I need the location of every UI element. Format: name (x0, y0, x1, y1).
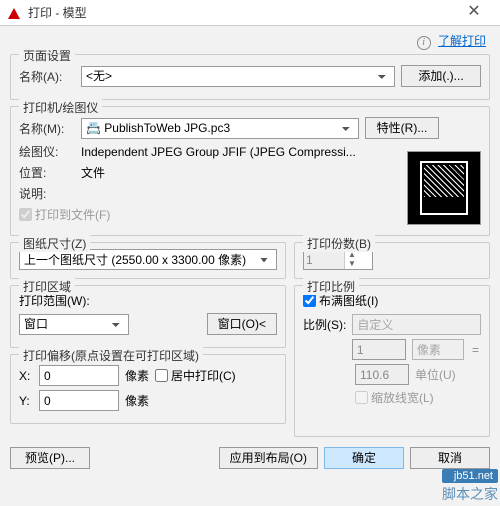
apply-button[interactable]: 应用到布局(O) (219, 447, 318, 469)
plotter-value: Independent JPEG Group JFIF (JPEG Compre… (81, 145, 371, 159)
copies-spinner: ▲▼ (303, 249, 373, 270)
description-label: 说明: (19, 185, 75, 202)
paper-preview-icon (407, 151, 481, 225)
info-icon: i (417, 36, 431, 50)
window-button[interactable]: 窗口(O)< (207, 313, 277, 335)
equals-icon: = (472, 343, 479, 357)
paper-size-select[interactable]: 上一个图纸尺寸 (2550.00 x 3300.00 像素) (19, 249, 277, 270)
lineweight-checkbox: 缩放线宽(L) (355, 389, 434, 406)
x-input[interactable] (39, 365, 119, 386)
copies-legend: 打印份数(B) (303, 235, 375, 252)
cancel-button[interactable]: 取消 (410, 447, 490, 469)
watermark: jb51.net 脚本之家 (442, 469, 498, 504)
copies-input (304, 250, 344, 269)
titlebar: 打印 - 模型 ✕ (0, 0, 500, 26)
printer-group: 打印机/绘图仪 名称(M): 📇 PublishToWeb JPG.pc3 特性… (10, 106, 490, 236)
page-name-select[interactable]: <无> (81, 66, 395, 87)
printer-name-select[interactable]: 📇 PublishToWeb JPG.pc3 (81, 118, 359, 139)
watermark-brand: 脚本之家 (442, 484, 498, 504)
location-value: 文件 (81, 164, 105, 181)
range-select[interactable]: 窗口 (19, 314, 129, 335)
x-unit: 像素 (125, 367, 149, 384)
print-to-file-input (19, 208, 32, 221)
lineweight-input (355, 391, 368, 404)
learn-print-link[interactable]: 了解打印 (438, 34, 486, 48)
page-setup-group: 页面设置 名称(A): <无> 添加(.)... (10, 54, 490, 100)
y-unit: 像素 (125, 392, 149, 409)
button-row: 预览(P)... 应用到布局(O) 确定 取消 (0, 443, 500, 473)
copies-group: 打印份数(B) ▲▼ (294, 242, 490, 279)
center-checkbox[interactable]: 居中打印(C) (155, 367, 236, 384)
scale-value-2 (355, 364, 409, 385)
offset-legend: 打印偏移(原点设置在可打印区域) (19, 347, 203, 364)
location-label: 位置: (19, 164, 75, 181)
ratio-label: 比例(S): (303, 316, 346, 333)
printer-legend: 打印机/绘图仪 (19, 99, 102, 116)
learn-row: i 了解打印 (10, 30, 490, 54)
app-logo-icon (6, 5, 22, 21)
window-title: 打印 - 模型 (28, 4, 454, 21)
printer-name-label: 名称(M): (19, 120, 75, 137)
add-button[interactable]: 添加(.)... (401, 65, 481, 87)
print-area-legend: 打印区域 (19, 278, 75, 295)
paper-size-legend: 图纸尺寸(Z) (19, 235, 90, 252)
center-input[interactable] (155, 369, 168, 382)
scale-legend: 打印比例 (303, 278, 359, 295)
y-label: Y: (19, 394, 33, 408)
page-setup-legend: 页面设置 (19, 47, 75, 64)
spin-down-icon: ▼ (345, 260, 359, 269)
y-input[interactable] (39, 390, 119, 411)
scale-unit-2: 单位(U) (415, 366, 456, 383)
ok-button[interactable]: 确定 (324, 447, 404, 469)
plotter-label: 绘图仪: (19, 143, 75, 160)
ratio-select: 自定义 (352, 314, 481, 335)
scale-unit-1: 像素 (412, 339, 464, 360)
x-label: X: (19, 369, 33, 383)
paper-size-group: 图纸尺寸(Z) 上一个图纸尺寸 (2550.00 x 3300.00 像素) (10, 242, 286, 279)
print-area-group: 打印区域 打印范围(W): 窗口 窗口(O)< (10, 285, 286, 348)
properties-button[interactable]: 特性(R)... (365, 117, 439, 139)
page-name-label: 名称(A): (19, 68, 75, 85)
scale-value-1 (352, 339, 406, 360)
offset-group: 打印偏移(原点设置在可打印区域) X: 像素 居中打印(C) Y: 像素 (10, 354, 286, 424)
preview-button[interactable]: 预览(P)... (10, 447, 90, 469)
close-button[interactable]: ✕ (454, 0, 494, 26)
fit-input[interactable] (303, 294, 316, 307)
scale-group: 打印比例 布满图纸(I) 比例(S): 自定义 像素 = (294, 285, 490, 437)
print-to-file-checkbox: 打印到文件(F) (19, 206, 110, 223)
